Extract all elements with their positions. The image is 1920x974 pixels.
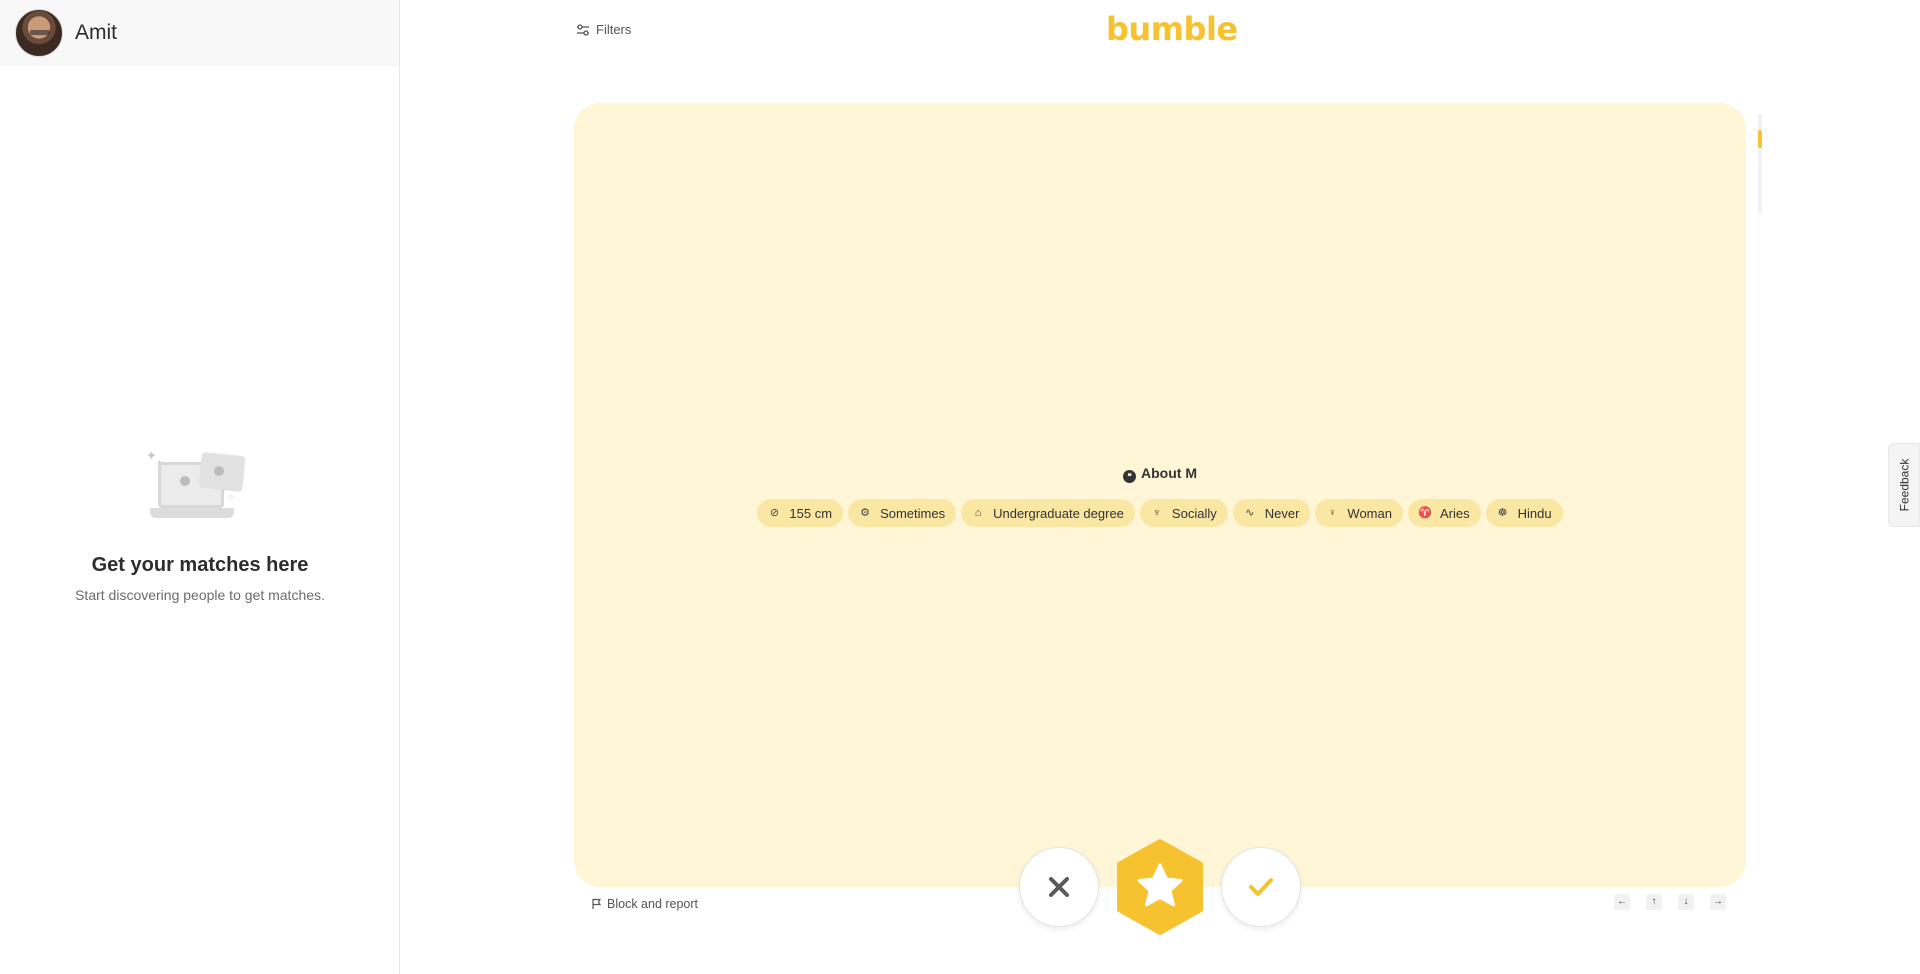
feedback-tab[interactable]: Feedback — [1888, 443, 1920, 527]
profile-chip[interactable]: ⚙ Sometimes — [848, 499, 957, 527]
profile-chip[interactable]: ♈ Aries — [1407, 499, 1481, 527]
scroll-thumb[interactable] — [1758, 130, 1762, 148]
card-scrollbar[interactable] — [1758, 114, 1762, 214]
close-icon — [1049, 877, 1069, 897]
check-icon — [1249, 878, 1273, 896]
chip-label: Hindu — [1517, 505, 1552, 521]
profile-chip[interactable]: ♀ Woman — [1315, 499, 1403, 527]
block-report-label: Block and report — [607, 897, 699, 911]
zodiac-icon: ♈ — [1418, 507, 1432, 519]
quote-icon: ❝ — [1123, 470, 1136, 483]
arrow-up-key-icon: ↑ — [1646, 894, 1662, 910]
woman-icon: ♀ — [1328, 507, 1337, 519]
arrow-down-key-icon: ↓ — [1678, 894, 1694, 910]
like-button[interactable] — [1221, 847, 1301, 927]
main-area: Filters bumble ❝ About M ⊘ 155 cm ⚙ Sometime… — [401, 0, 1920, 974]
profile-card[interactable]: ❝ About M ⊘ 155 cm ⚙ Sometimes ⌂ Undergraduate… — [574, 103, 1746, 887]
keyboard-hints: ← ↑ ↓ → — [1614, 894, 1726, 910]
profile-chip[interactable]: ♆ Socially — [1139, 499, 1228, 527]
religion-icon: ☸ — [1497, 507, 1508, 519]
chip-label: Never — [1264, 505, 1300, 521]
bumble-logo[interactable]: bumble — [1106, 10, 1238, 48]
arrow-right-key-icon: → — [1710, 894, 1726, 910]
flag-icon — [592, 898, 602, 909]
about-title: About M — [1141, 465, 1197, 481]
empty-subtitle: Start discovering people to get matches. — [75, 587, 325, 603]
chip-label: 155 cm — [789, 505, 833, 521]
filters-button[interactable]: Filters — [576, 22, 631, 37]
profile-chip[interactable]: ☸ Hindu — [1485, 499, 1563, 527]
profile-chips: ⊘ 155 cm ⚙ Sometimes ⌂ Undergraduate degree ♆ S… — [574, 499, 1746, 527]
empty-title: Get your matches here — [91, 554, 309, 576]
sliders-icon — [577, 23, 589, 36]
profile-chip[interactable]: ⊘ 155 cm — [757, 499, 844, 527]
chip-label: Undergraduate degree — [993, 505, 1124, 521]
avatar[interactable] — [15, 9, 63, 57]
cigarette-icon: ∿ — [1245, 507, 1255, 519]
filters-label: Filters — [596, 22, 632, 37]
graduation-cap-icon: ⌂ — [974, 507, 982, 519]
pass-button[interactable] — [1019, 847, 1099, 927]
chip-label: Sometimes — [880, 505, 946, 521]
dumbbell-icon: ⚙ — [860, 507, 870, 519]
user-name[interactable]: Amit — [75, 21, 117, 45]
matches-empty-state: ✦ ✦ ○ Get your matches here Start discov… — [0, 448, 400, 603]
ruler-icon: ⊘ — [769, 507, 780, 519]
arrow-left-key-icon: ← — [1614, 894, 1630, 910]
superswipe-button[interactable] — [1113, 839, 1207, 935]
profile-chip[interactable]: ⌂ Undergraduate degree — [961, 499, 1135, 527]
laptop-illustration-icon: ✦ ✦ ○ — [146, 448, 250, 534]
chip-label: Socially — [1171, 505, 1217, 521]
star-icon — [1117, 839, 1203, 935]
chip-label: Aries — [1439, 505, 1470, 521]
profile-header[interactable]: Amit — [0, 0, 399, 66]
about-heading: ❝ About M — [574, 465, 1746, 483]
sidebar: Amit ✦ ✦ ○ Get your matches here Start d… — [0, 0, 400, 974]
wine-glass-icon: ♆ — [1152, 507, 1162, 519]
swipe-actions — [1019, 839, 1301, 935]
chip-label: Woman — [1347, 505, 1392, 521]
feedback-label: Feedback — [1897, 458, 1912, 512]
block-and-report-link[interactable]: Block and report — [591, 897, 698, 911]
profile-chip[interactable]: ∿ Never — [1232, 499, 1311, 527]
